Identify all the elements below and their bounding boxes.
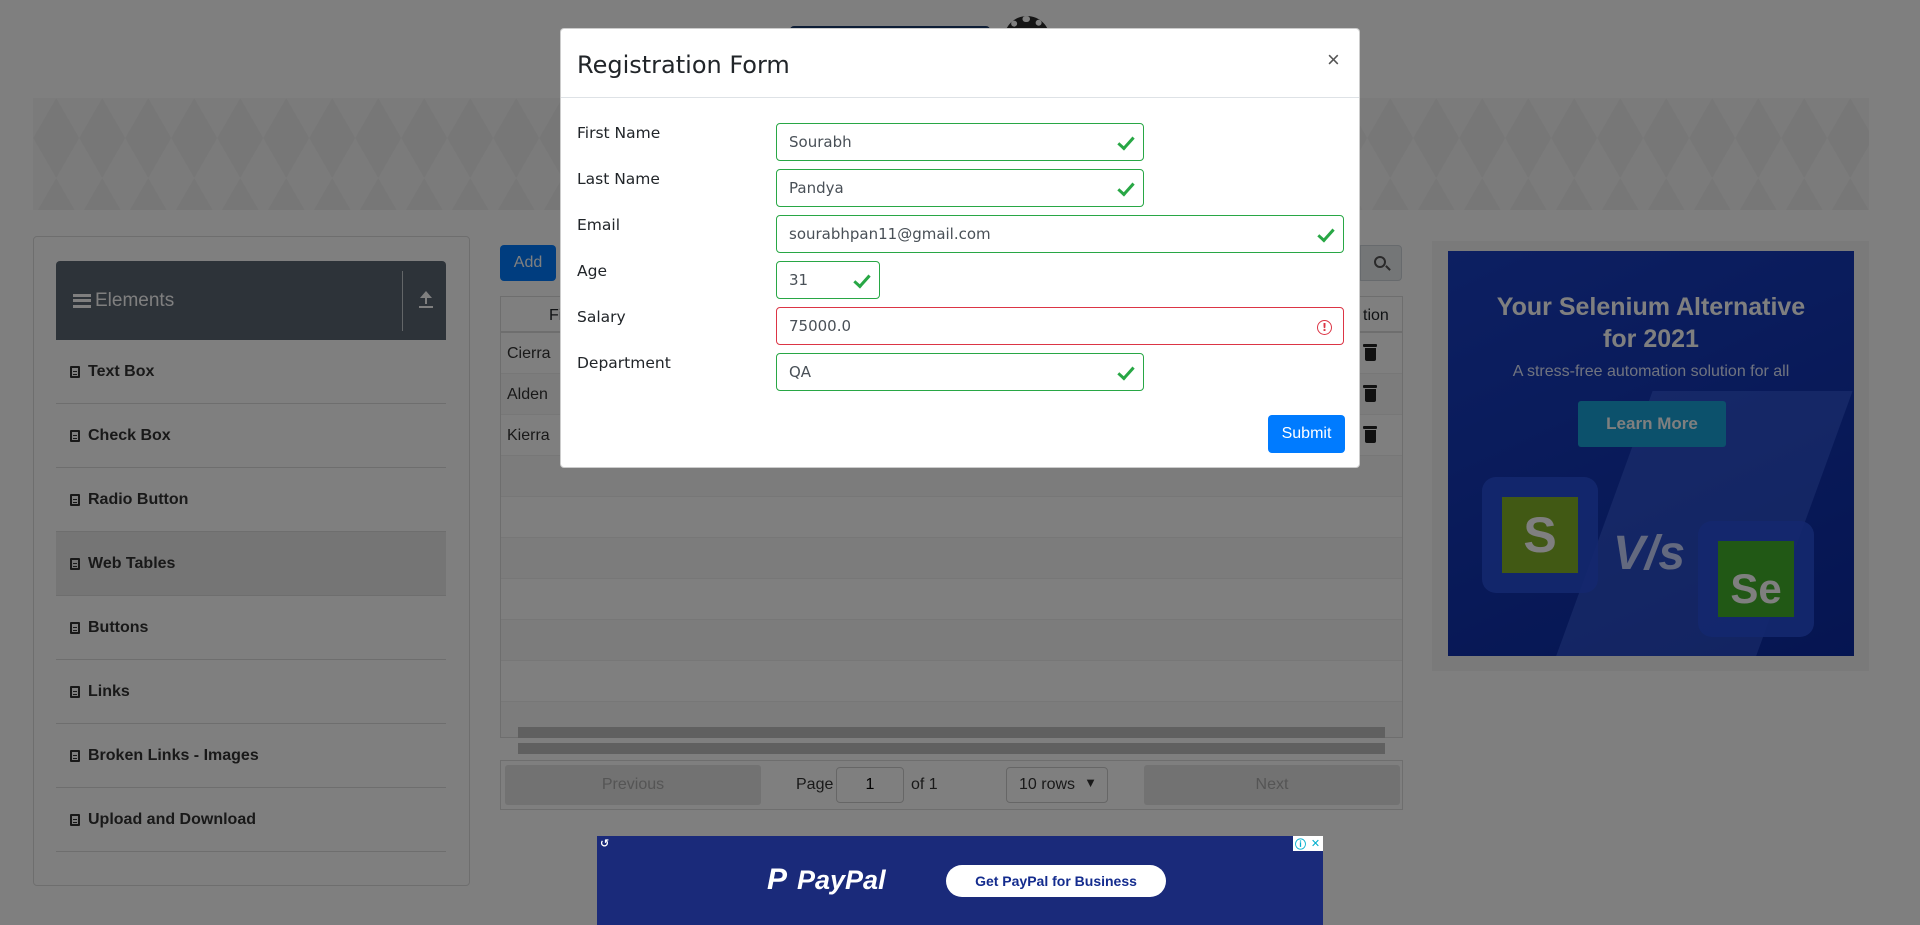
submit-button[interactable]: Submit — [1268, 415, 1345, 453]
paypal-wordmark: PayPal — [797, 865, 886, 895]
form-row-last-name: Last Name Pandya — [577, 169, 1347, 207]
first-name-field[interactable]: Sourabh — [776, 123, 1144, 161]
age-value: 31 — [789, 271, 809, 289]
form-row-email: Email sourabhpan11@gmail.com — [577, 215, 1347, 253]
registration-modal: Registration Form × First Name Sourabh L… — [560, 28, 1360, 468]
age-label: Age — [577, 262, 607, 280]
salary-label: Salary — [577, 308, 626, 326]
form-row-first-name: First Name Sourabh — [577, 123, 1347, 161]
close-button[interactable]: × — [1327, 47, 1340, 73]
check-icon — [1317, 224, 1335, 243]
email-value: sourabhpan11@gmail.com — [789, 225, 991, 243]
ad-controls: ⓘ ✕ — [1293, 836, 1323, 851]
department-field[interactable]: QA — [776, 353, 1144, 391]
paypal-cta-button[interactable]: Get PayPal for Business — [946, 865, 1166, 897]
form-row-department: Department QA — [577, 353, 1347, 391]
modal-title: Registration Form — [577, 51, 790, 79]
department-value: QA — [789, 363, 812, 381]
check-icon — [1117, 362, 1135, 381]
first-name-value: Sourabh — [789, 133, 852, 151]
form-row-age: Age 31 — [577, 261, 1347, 299]
email-label: Email — [577, 216, 621, 234]
salary-field[interactable]: 75000.0 ! — [776, 307, 1344, 345]
salary-value: 75000.0 — [789, 317, 852, 335]
last-name-field[interactable]: Pandya — [776, 169, 1144, 207]
error-icon: ! — [1317, 320, 1332, 335]
department-label: Department — [577, 354, 671, 372]
age-field[interactable]: 31 — [776, 261, 880, 299]
info-icon[interactable]: ⓘ — [1293, 836, 1308, 851]
close-ad-icon[interactable]: ✕ — [1308, 836, 1323, 851]
form-row-salary: Salary 75000.0 ! — [577, 307, 1347, 345]
email-field[interactable]: sourabhpan11@gmail.com — [776, 215, 1344, 253]
adchoices-icon[interactable]: ↺ — [600, 837, 609, 850]
last-name-value: Pandya — [789, 179, 844, 197]
check-icon — [1117, 132, 1135, 151]
last-name-label: Last Name — [577, 170, 660, 188]
check-icon — [1117, 178, 1135, 197]
bottom-advertisement[interactable]: ↺ ⓘ ✕ P PayPal Get PayPal for Business — [597, 836, 1323, 925]
paypal-logo-icon: P — [767, 863, 788, 896]
first-name-label: First Name — [577, 124, 661, 142]
check-icon — [853, 270, 871, 289]
modal-header: Registration Form × — [561, 29, 1359, 98]
